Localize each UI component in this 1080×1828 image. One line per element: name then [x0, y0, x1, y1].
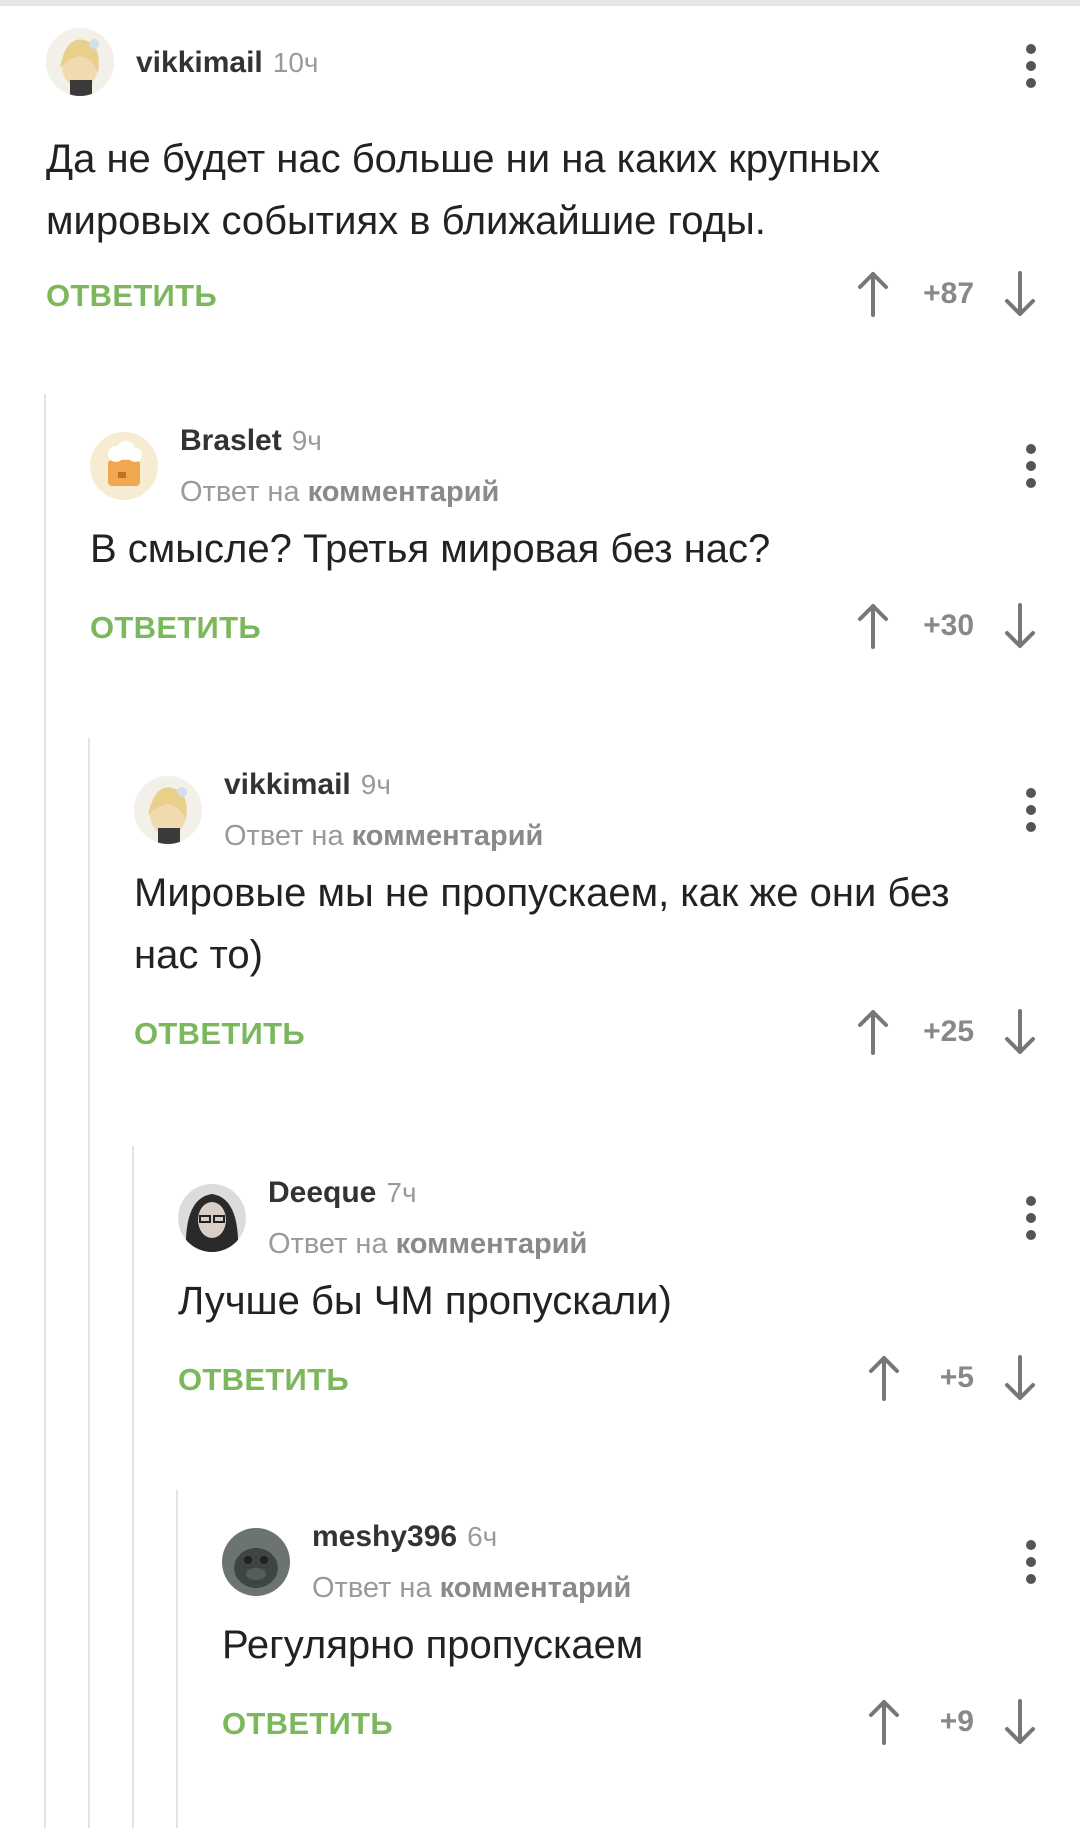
timestamp: 6ч	[467, 1521, 498, 1552]
arrow-up-icon[interactable]	[853, 1006, 893, 1058]
vote-controls: +9	[864, 1696, 1040, 1748]
reply-to-link[interactable]: Ответ на комментарий	[180, 476, 499, 509]
author-name[interactable]: vikkimail 10ч	[136, 46, 319, 80]
vote-controls: +25	[853, 1006, 1040, 1058]
score: +30	[923, 609, 974, 642]
comment-reply-level-3: Deeque 7ч Ответ на комментарий Лучше бы Ч…	[178, 1176, 1080, 1422]
arrow-down-icon[interactable]	[1000, 1352, 1040, 1404]
arrow-down-icon[interactable]	[1000, 600, 1040, 652]
arrow-up-icon[interactable]	[853, 600, 893, 652]
score: +9	[939, 1705, 974, 1738]
thread-line-level-2	[88, 738, 90, 1828]
comment-reply-level-2: vikkimail 9ч Ответ на комментарий Мировые…	[134, 768, 1080, 1076]
timestamp: 9ч	[291, 425, 322, 456]
comment-reply-level-1: Braslet 9ч Ответ на комментарий В смысле?…	[90, 424, 1080, 670]
arrow-up-icon[interactable]	[864, 1696, 904, 1748]
reply-button[interactable]: ОТВЕТИТЬ	[46, 278, 217, 314]
vote-controls: +5	[864, 1352, 1040, 1404]
more-vertical-icon[interactable]	[1026, 1196, 1036, 1240]
more-vertical-icon[interactable]	[1026, 1540, 1036, 1584]
more-vertical-icon[interactable]	[1026, 444, 1036, 488]
timestamp: 9ч	[360, 769, 391, 800]
author-name[interactable]: Deeque 7ч	[268, 1176, 417, 1210]
avatar[interactable]	[222, 1528, 290, 1596]
reply-button[interactable]: ОТВЕТИТЬ	[178, 1362, 349, 1398]
more-vertical-icon[interactable]	[1026, 44, 1036, 88]
reply-to-link[interactable]: Ответ на комментарий	[312, 1572, 631, 1605]
avatar[interactable]	[178, 1184, 246, 1252]
reply-to-link[interactable]: Ответ на комментарий	[224, 820, 543, 853]
author-name[interactable]: meshy396 6ч	[312, 1520, 497, 1554]
arrow-down-icon[interactable]	[1000, 268, 1040, 320]
author-name[interactable]: vikkimail 9ч	[224, 768, 391, 802]
arrow-down-icon[interactable]	[1000, 1696, 1040, 1748]
timestamp: 7ч	[386, 1177, 417, 1208]
reply-button[interactable]: ОТВЕТИТЬ	[134, 1016, 305, 1052]
avatar[interactable]	[134, 776, 202, 844]
thread-line-level-1	[44, 394, 46, 1828]
thread-line-level-3	[132, 1146, 134, 1828]
arrow-down-icon[interactable]	[1000, 1006, 1040, 1058]
timestamp: 10ч	[272, 47, 319, 78]
comment-root: vikkimail 10ч Да не будет нас больше ни н…	[46, 28, 1080, 338]
vote-controls: +87	[853, 268, 1040, 320]
comment-text: Мировые мы не пропускаем, как же они без…	[134, 871, 950, 977]
comment-reply-level-4: meshy396 6ч Ответ на комментарий Регулярн…	[222, 1520, 1080, 1766]
comment-text: Да не будет нас больше ни на каких крупн…	[46, 137, 881, 243]
score: +5	[939, 1361, 974, 1394]
score: +25	[923, 1015, 974, 1048]
more-vertical-icon[interactable]	[1026, 788, 1036, 832]
top-divider	[0, 0, 1080, 6]
reply-button[interactable]: ОТВЕТИТЬ	[90, 610, 261, 646]
avatar[interactable]	[90, 432, 158, 500]
reply-to-link[interactable]: Ответ на комментарий	[268, 1228, 587, 1261]
reply-button[interactable]: ОТВЕТИТЬ	[222, 1706, 393, 1742]
arrow-up-icon[interactable]	[853, 268, 893, 320]
arrow-up-icon[interactable]	[864, 1352, 904, 1404]
thread-line-level-4	[176, 1490, 178, 1828]
avatar[interactable]	[46, 28, 114, 96]
author-name[interactable]: Braslet 9ч	[180, 424, 322, 458]
vote-controls: +30	[853, 600, 1040, 652]
score: +87	[923, 277, 974, 310]
